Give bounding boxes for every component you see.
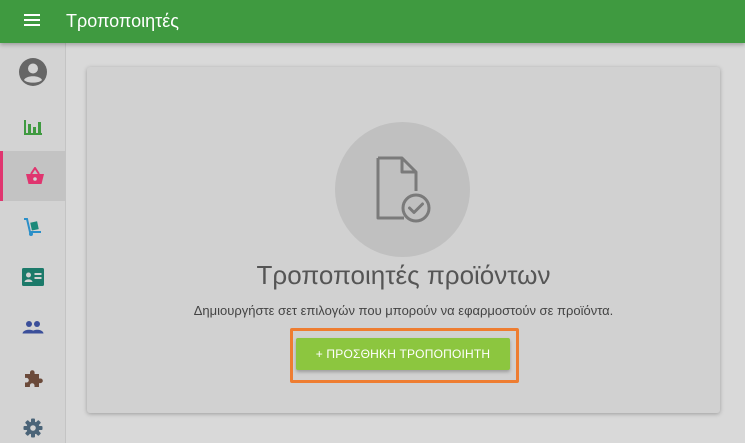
account-circle-icon (19, 58, 47, 86)
page-title: Τροποποιητές (66, 11, 179, 31)
empty-state-title: Τροποποιητές προϊόντων (256, 260, 551, 290)
empty-state-card: Τροποποιητές προϊόντων Δημιουργήστε σετ … (87, 67, 720, 413)
add-modifier-button[interactable]: + ΠΡΟΣΘΗΚΗ ΤΡΟΠΟΠΟΙΗΤΗ (296, 338, 510, 370)
sidebar-item-settings[interactable] (0, 403, 66, 443)
top-app-bar: Τροποποιητές (0, 0, 745, 43)
hand-truck-icon (24, 218, 41, 236)
sidebar-item-account[interactable] (0, 47, 66, 97)
sidebar-item-reports[interactable] (0, 102, 66, 152)
file-check-icon (376, 156, 430, 222)
empty-state-description: Δημιουργήστε σετ επιλογών που μπορούν να… (193, 303, 614, 318)
id-card-icon (22, 268, 44, 286)
puzzle-icon (25, 370, 43, 387)
menu-icon (24, 13, 40, 31)
sidebar-item-inventory[interactable] (0, 202, 66, 252)
sidebar-item-employees[interactable] (0, 302, 66, 352)
sidebar-item-products[interactable] (0, 151, 66, 201)
settings-icon (23, 418, 43, 438)
sidebar-item-customers[interactable] (0, 252, 66, 302)
bar-chart-icon (24, 120, 42, 135)
hamburger-menu-button[interactable] (0, 0, 64, 43)
empty-state-illustration (335, 122, 470, 257)
basket-icon (25, 167, 44, 184)
main-content: Τροποποιητές προϊόντων Δημιουργήστε σετ … (66, 43, 745, 443)
people-icon (22, 321, 44, 334)
sidebar-nav (0, 43, 66, 443)
sidebar-item-integrations[interactable] (0, 353, 66, 403)
